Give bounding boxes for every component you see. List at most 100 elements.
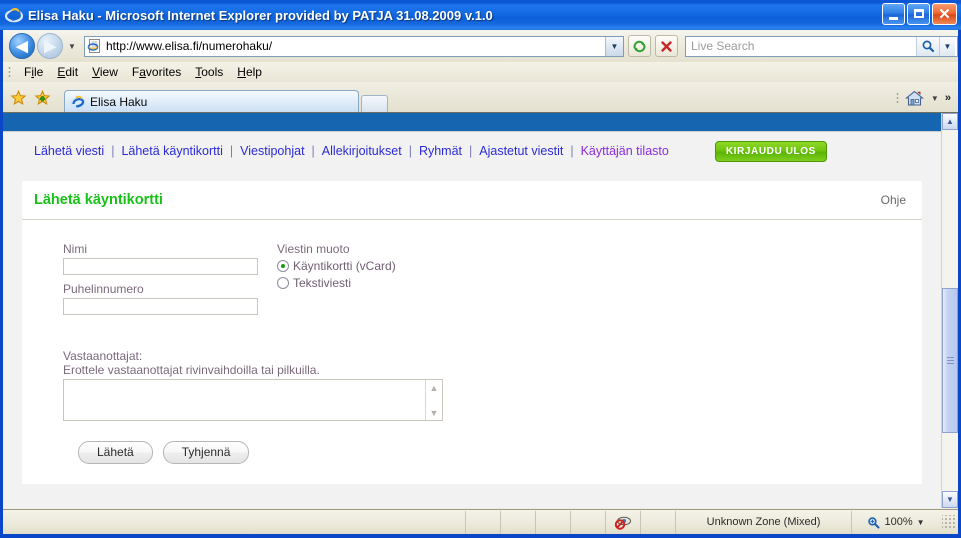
ie-page-icon — [70, 94, 86, 110]
arrow-right-icon: ▶ — [44, 37, 56, 55]
nav-separator: | — [408, 144, 412, 158]
radio-button-icon[interactable] — [277, 277, 289, 289]
menu-item-tools[interactable]: Tools — [188, 64, 230, 81]
menu-item-file[interactable]: File — [17, 64, 50, 81]
window-resize-grip[interactable] — [942, 515, 956, 529]
scrollbar-down-button[interactable]: ▼ — [942, 491, 958, 508]
chevron-down-icon: ▼ — [68, 41, 76, 51]
scroll-down-icon[interactable]: ▼ — [426, 405, 442, 420]
tab-elisa-haku[interactable]: Elisa Haku — [64, 90, 359, 113]
recipients-label: Vastaanottajat: — [63, 349, 143, 363]
menu-grip[interactable] — [8, 65, 11, 79]
zoom-control[interactable]: 100% ▼ — [851, 510, 940, 534]
browser-window: Elisa Haku - Microsoft Internet Explorer… — [0, 0, 961, 538]
maximize-button[interactable] — [907, 3, 930, 25]
star-plus-icon[interactable] — [34, 89, 51, 106]
forward-button[interactable]: ▶ — [37, 33, 63, 59]
nav-separator: | — [469, 144, 473, 158]
radio-label-tekstiviesti: Tekstiviesti — [293, 276, 352, 290]
recipients-textarea-area[interactable] — [64, 380, 425, 420]
stop-icon — [661, 40, 672, 52]
scrollbar-thumb[interactable] — [942, 288, 958, 433]
nav-link-ajastetut-viestit[interactable]: Ajastetut viestit — [479, 144, 563, 158]
clear-button[interactable]: Tyhjennä — [162, 441, 250, 464]
menu-item-edit[interactable]: Edit — [50, 64, 85, 81]
close-icon: ✕ — [938, 5, 951, 23]
nav-link-allekirjoitukset[interactable]: Allekirjoitukset — [322, 144, 402, 158]
radio-option-vcard[interactable]: Käyntikortti (vCard) — [277, 259, 396, 273]
textarea-scrollbar[interactable]: ▲ ▼ — [425, 380, 442, 420]
search-dropdown-button[interactable]: ▼ — [939, 36, 955, 56]
form-buttons: Lähetä Tyhjennä — [22, 441, 922, 464]
form-top-row: Nimi Puhelinnumero Viestin muoto Käyntik… — [22, 242, 922, 322]
radio-option-tekstiviesti[interactable]: Tekstiviesti — [277, 276, 396, 290]
home-dropdown-button[interactable]: ▼ — [928, 94, 942, 103]
url-dropdown-button[interactable]: ▼ — [605, 36, 623, 56]
page-scrollbar[interactable]: ▲ ▼ — [941, 113, 958, 508]
browser-chrome: ◀ ▶ ▼ http://www.elisa.fi/numerohaku/ ▼ … — [3, 30, 958, 534]
refresh-button[interactable] — [628, 35, 651, 57]
magnifier-icon — [867, 516, 880, 529]
menu-item-view[interactable]: View — [85, 64, 125, 81]
new-tab-button[interactable] — [361, 95, 388, 113]
minimize-button[interactable] — [882, 3, 905, 25]
nav-link-viestipohjat[interactable]: Viestipohjat — [240, 144, 304, 158]
name-label: Nimi — [63, 242, 87, 256]
tab-bar-tools: ▼ » — [891, 84, 958, 112]
nav-link-ryhmat[interactable]: Ryhmät — [419, 144, 462, 158]
status-bar: Unknown Zone (Mixed) 100% ▼ — [3, 509, 958, 534]
recipients-textarea[interactable]: ▲ ▼ — [63, 379, 443, 421]
menu-item-favorites[interactable]: Favorites — [125, 64, 188, 81]
zoom-dropdown-icon[interactable]: ▼ — [917, 518, 925, 527]
nav-separator: | — [229, 144, 234, 158]
toolbar-grip[interactable] — [895, 91, 899, 105]
page-title: Lähetä käyntikortti — [34, 192, 163, 208]
nav-link-laheta-viesti[interactable]: Lähetä viesti — [34, 144, 104, 158]
logout-button[interactable]: KIRJAUDU ULOS — [714, 140, 827, 162]
search-icon — [922, 40, 935, 53]
popup-blocker-cell[interactable] — [605, 510, 640, 534]
name-input[interactable] — [63, 258, 258, 275]
window-title: Elisa Haku - Microsoft Internet Explorer… — [28, 7, 493, 23]
toolbar-overflow-button[interactable]: » — [942, 92, 954, 104]
url-input[interactable]: http://www.elisa.fi/numerohaku/ ▼ — [84, 35, 624, 57]
message-format-legend: Viestin muoto — [277, 242, 350, 256]
url-text: http://www.elisa.fi/numerohaku/ — [106, 39, 273, 53]
nav-separator: | — [570, 144, 574, 158]
nav-link-list: Lähetä viesti | Lähetä käyntikortti | Vi… — [34, 140, 827, 162]
history-dropdown-button[interactable]: ▼ — [65, 42, 79, 51]
status-message-area — [3, 511, 465, 534]
chevron-down-icon: ▼ — [943, 41, 952, 51]
refresh-icon — [633, 40, 646, 52]
stop-button[interactable] — [655, 35, 678, 57]
nav-separator: | — [111, 144, 115, 158]
search-button[interactable] — [916, 36, 939, 56]
scrollbar-up-button[interactable]: ▲ — [942, 113, 958, 130]
back-button[interactable]: ◀ — [9, 33, 35, 59]
favorites-toolbar — [3, 84, 64, 112]
close-button[interactable]: ✕ — [932, 3, 957, 25]
contact-fields: Nimi Puhelinnumero — [22, 242, 277, 322]
chevron-down-icon: ▼ — [930, 93, 939, 103]
nav-link-kayttajan-tilasto[interactable]: Käyttäjän tilasto — [581, 144, 669, 158]
scroll-up-icon[interactable]: ▲ — [426, 380, 442, 395]
menu-item-help[interactable]: Help — [230, 64, 269, 81]
radio-group: Käyntikortti (vCard) Tekstiviesti — [277, 259, 396, 290]
chevron-down-icon: ▼ — [610, 41, 619, 51]
radio-label-vcard: Käyntikortti (vCard) — [293, 259, 396, 273]
tab-bar: Elisa Haku ▼ » — [3, 82, 958, 113]
submit-button[interactable]: Lähetä — [78, 441, 153, 464]
message-format-group: Viestin muoto Käyntikortti (vCard) Tekst… — [277, 242, 396, 322]
help-link[interactable]: Ohje — [881, 193, 906, 207]
card-body: Nimi Puhelinnumero Viestin muoto Käyntik… — [22, 220, 922, 484]
status-cell-1 — [465, 510, 500, 534]
web-page: Lähetä viesti | Lähetä käyntikortti | Vi… — [3, 113, 941, 508]
home-icon[interactable] — [904, 90, 924, 107]
star-icon[interactable] — [10, 89, 27, 106]
search-input[interactable]: Live Search ▼ — [685, 35, 958, 57]
nav-link-laheta-kayntikortti[interactable]: Lähetä käyntikortti — [121, 144, 222, 158]
radio-button-icon[interactable] — [277, 260, 289, 272]
recipients-block: Vastaanottajat: Erottele vastaanottajat … — [22, 349, 922, 421]
recipients-hint: Erottele vastaanottajat rivinvaihdoilla … — [63, 363, 320, 377]
phone-input[interactable] — [63, 298, 258, 315]
